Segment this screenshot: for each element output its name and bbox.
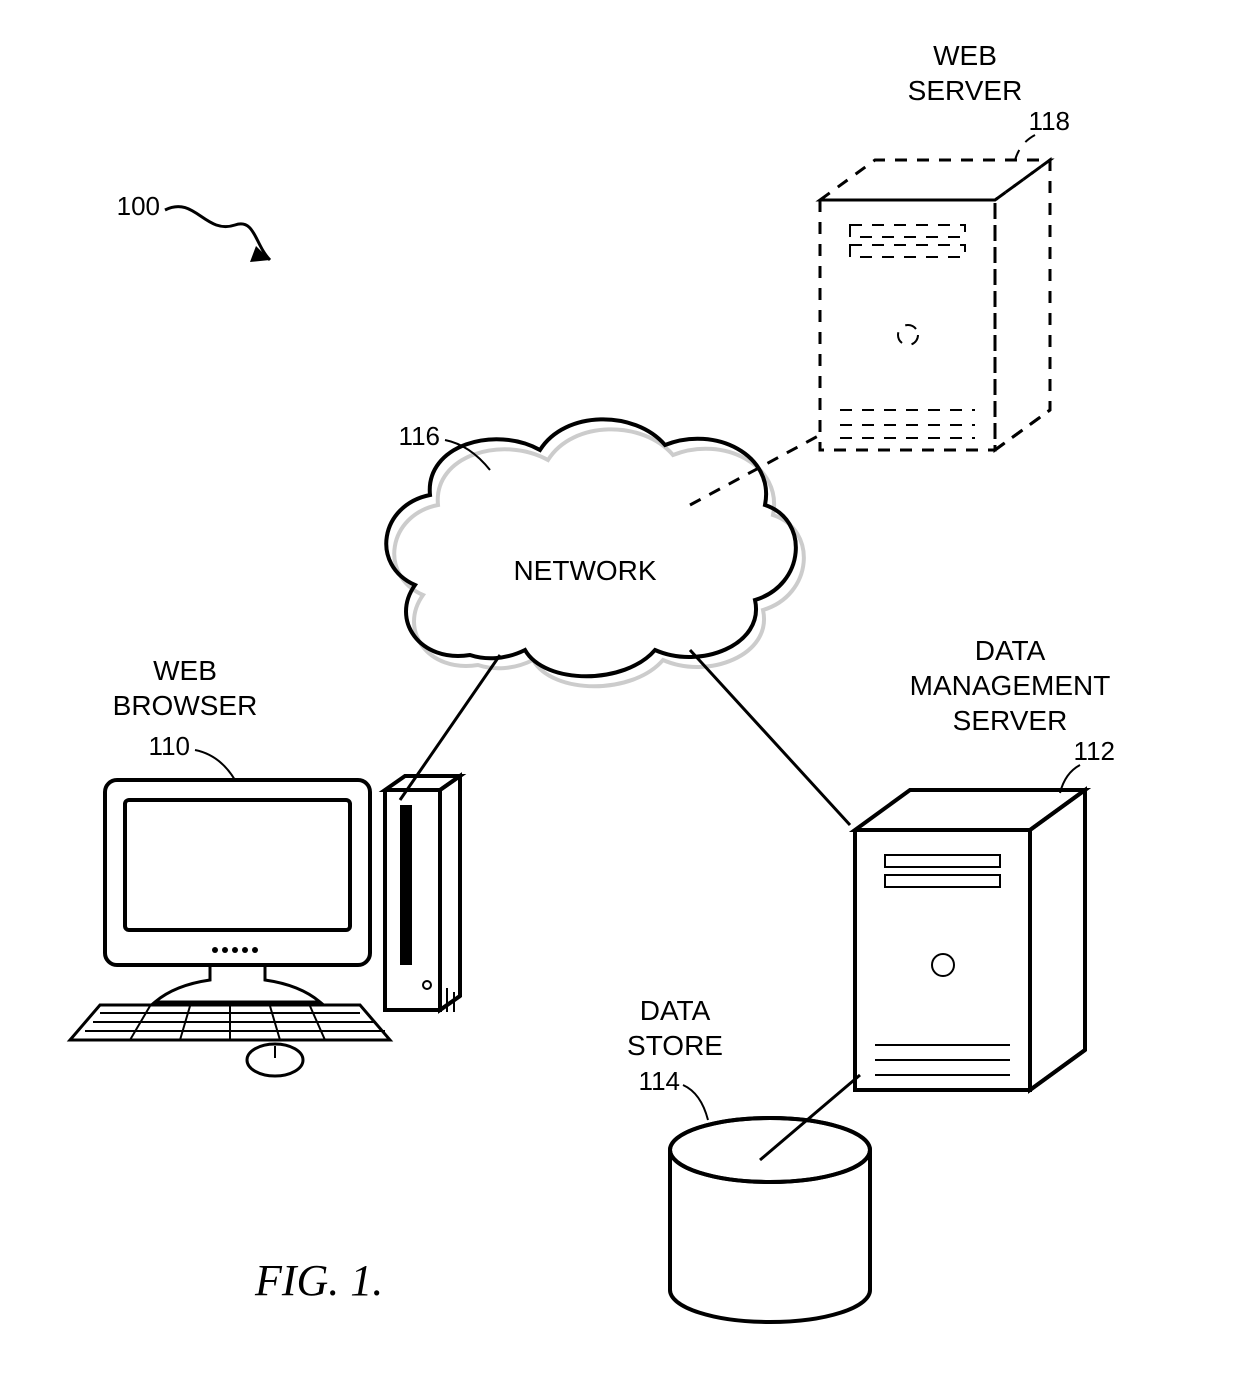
link-network-browser [400,655,500,800]
data-store-ref-leader [683,1085,708,1120]
web-server: WEB SERVER 118 [820,40,1070,450]
web-browser-ref: 110 [149,731,190,761]
web-server-label-2: SERVER [908,75,1023,106]
dm-server-label-3: SERVER [953,705,1068,736]
figure-caption: FIG. 1. [254,1256,383,1305]
network-label: NETWORK [513,555,656,586]
web-server-ref: 118 [1029,106,1070,136]
overall-ref: 100 [117,191,160,221]
figure-diagram: 100 NETWORK 116 WEB SERVER 118 DATA MANA… [0,0,1240,1387]
web-server-label-1: WEB [933,40,997,71]
network-ref: 116 [399,421,440,451]
web-browser-label-1: WEB [153,655,217,686]
network-cloud: NETWORK [386,419,804,686]
data-store-ref: 114 [639,1066,680,1096]
data-store-label-2: STORE [627,1030,723,1061]
dm-server-ref: 112 [1074,736,1115,766]
dm-server-label-2: MANAGEMENT [910,670,1111,701]
link-network-dmserver [690,650,850,825]
web-browser-ref-leader [195,750,235,780]
web-server-ref-leader [1015,135,1035,160]
dm-server: DATA MANAGEMENT SERVER 112 [855,635,1115,1090]
web-browser: WEB BROWSER 110 [70,655,460,1076]
data-store-label-1: DATA [640,995,711,1026]
web-browser-label-2: BROWSER [113,690,258,721]
dm-server-label-1: DATA [975,635,1046,666]
link-network-webserver [690,435,820,505]
data-store: DATA STORE 114 [627,995,870,1322]
